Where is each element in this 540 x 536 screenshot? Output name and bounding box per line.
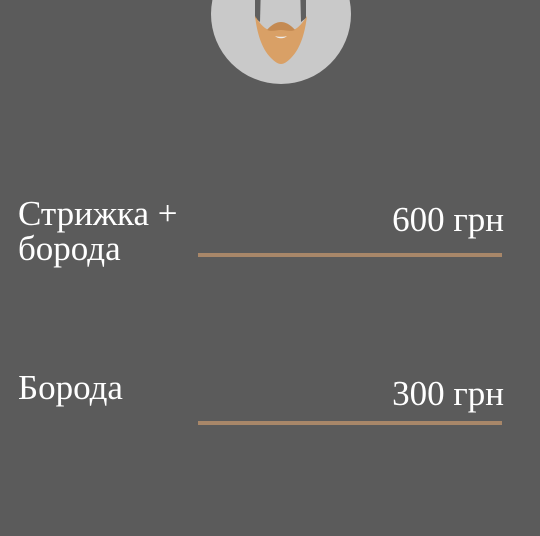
service-divider [198, 253, 502, 257]
service-name: Стрижка + борода [18, 194, 178, 268]
service-name: Борода [18, 368, 123, 407]
service-price: 600 грн [392, 200, 504, 239]
barber-avatar [211, 0, 351, 84]
service-item: Стрижка + борода 600 грн [0, 196, 540, 276]
bearded-man-icon [255, 0, 307, 64]
service-item: Борода 300 грн [0, 370, 540, 450]
service-divider [198, 421, 502, 425]
service-price: 300 грн [392, 374, 504, 413]
